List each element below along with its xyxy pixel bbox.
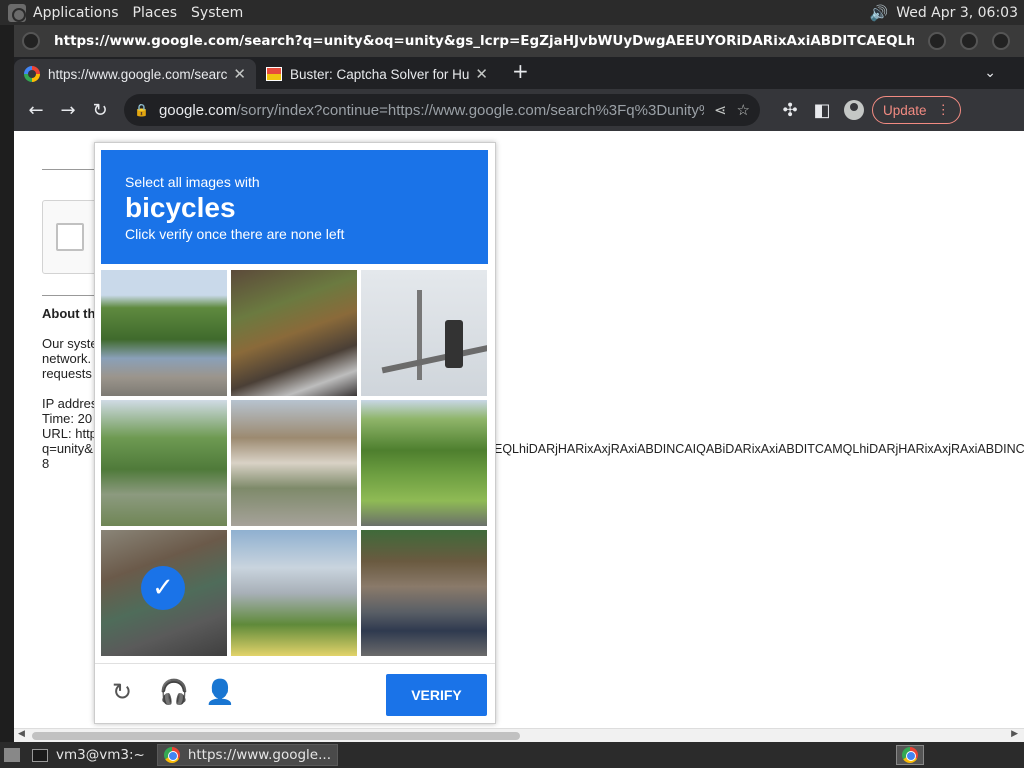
text-line: Time: 20 <box>42 411 93 426</box>
tab-strip: https://www.google.com/search?q=unity ✕ … <box>14 57 1024 89</box>
arm-shape <box>381 344 487 374</box>
challenge-header: Select all images with bicycles Click ve… <box>101 150 488 264</box>
image-tile[interactable] <box>231 530 357 656</box>
image-tile[interactable] <box>361 270 487 396</box>
side-panel-icon[interactable]: ◧ <box>806 100 838 121</box>
text-line: URL: http <box>42 426 97 441</box>
window-menu-button[interactable] <box>22 32 40 50</box>
recaptcha-widget <box>42 200 102 274</box>
pole-shape <box>417 290 422 380</box>
text-line <box>42 381 98 396</box>
divider <box>42 295 102 296</box>
reload-icon[interactable]: ↻ <box>84 100 116 121</box>
challenge-object: bicycles <box>125 192 236 223</box>
tab-google-search[interactable]: https://www.google.com/search?q=unity ✕ <box>14 59 256 89</box>
text-line: network. <box>42 351 92 366</box>
checkmark-icon: ✓ <box>141 566 185 610</box>
scroll-thumb[interactable] <box>32 732 520 740</box>
chevron-down-icon[interactable]: ⌄ <box>984 65 996 81</box>
share-icon[interactable]: ⋖ <box>714 101 727 119</box>
extensions-puzzle-icon[interactable]: ✣ <box>774 100 806 121</box>
tab-buster[interactable]: Buster: Captcha Solver for Humans ✕ <box>256 59 498 89</box>
headphones-icon[interactable]: 🎧 <box>159 678 189 706</box>
image-tile[interactable] <box>231 400 357 526</box>
url-host: google.com <box>158 101 237 119</box>
image-tile[interactable] <box>361 530 487 656</box>
profile-avatar[interactable] <box>844 100 864 120</box>
horizontal-scrollbar[interactable]: ◀ ▶ <box>14 728 1024 742</box>
taskbar: vm3@vm3:~ https://www.google... <box>0 742 1024 768</box>
verify-button[interactable]: VERIFY <box>386 674 487 716</box>
places-menu[interactable]: Places <box>126 5 185 21</box>
new-tab-icon[interactable]: + <box>512 59 529 83</box>
url-overflow-text: EQLhiDARjHARixAxjRAxiABDINCAIQABiDARixAx… <box>494 442 1024 456</box>
system-menu[interactable]: System <box>184 5 250 21</box>
challenge-prompt: Select all images with <box>125 174 260 190</box>
text-line: q=unity& <box>42 441 93 456</box>
kebab-menu-icon: ⋮ <box>936 102 951 117</box>
challenge-instruction: Click verify once there are none left <box>125 226 345 242</box>
image-tile[interactable] <box>101 270 227 396</box>
window-title: https://www.google.com/search?q=unity&oq… <box>54 33 914 49</box>
captcha-challenge: Select all images with bicycles Click ve… <box>94 142 496 724</box>
text-line: IP addres <box>42 396 98 411</box>
bookmark-star-icon[interactable]: ☆ <box>737 101 750 119</box>
divider <box>42 169 102 170</box>
tab-title: Buster: Captcha Solver for Humans <box>290 66 470 82</box>
image-tile[interactable] <box>361 400 487 526</box>
workspace-switcher[interactable] <box>896 745 924 765</box>
chrome-icon <box>163 747 180 763</box>
forward-arrow-icon[interactable]: → <box>52 100 84 121</box>
buster-solver-icon[interactable]: 👤 <box>205 678 235 706</box>
volume-icon[interactable]: 🔊 <box>870 4 889 22</box>
scroll-right-arrow-icon[interactable]: ▶ <box>1011 729 1018 739</box>
url-path: /sorry/index?continue=https://www.google… <box>236 101 704 119</box>
terminal-icon <box>32 748 48 762</box>
traffic-light-shape <box>445 320 463 368</box>
top-panel: Applications Places System 🔊 Wed Apr 3, … <box>0 0 1024 25</box>
minimize-button[interactable] <box>928 32 946 50</box>
challenge-footer: ↻ 🎧 👤 VERIFY <box>95 663 495 723</box>
image-tile[interactable] <box>231 270 357 396</box>
tab-title: https://www.google.com/search?q=unity <box>48 66 228 82</box>
text-line: 8 <box>42 456 50 471</box>
close-window-button[interactable] <box>992 32 1010 50</box>
browser-toolbar: ← → ↻ 🔒 google.com /sorry/index?continue… <box>14 89 1024 131</box>
show-desktop-icon[interactable] <box>4 748 20 762</box>
image-tile-selected[interactable]: ✓ <box>101 530 227 656</box>
back-arrow-icon[interactable]: ← <box>20 100 52 121</box>
scroll-left-arrow-icon[interactable]: ◀ <box>18 729 25 739</box>
maximize-button[interactable] <box>960 32 978 50</box>
sorry-text: Our syste network. requests IP addres Ti… <box>42 336 98 471</box>
clock[interactable]: Wed Apr 3, 06:03 <box>896 5 1018 21</box>
task-label: vm3@vm3:~ <box>56 747 145 763</box>
window-title-bar[interactable]: https://www.google.com/search?q=unity&oq… <box>14 25 1024 57</box>
lock-icon[interactable]: 🔒 <box>134 103 149 117</box>
image-tile-grid: ✓ <box>101 270 488 657</box>
buster-favicon-icon <box>266 67 282 81</box>
task-label: https://www.google... <box>187 747 331 763</box>
google-favicon-icon <box>24 66 40 82</box>
image-tile[interactable] <box>101 400 227 526</box>
text-line: Our syste <box>42 336 98 351</box>
update-button[interactable]: Update ⋮ <box>872 96 962 124</box>
task-chrome[interactable]: https://www.google... <box>156 744 338 766</box>
address-bar[interactable]: 🔒 google.com /sorry/index?continue=https… <box>124 94 760 126</box>
chrome-icon <box>902 747 918 763</box>
distro-logo-icon[interactable] <box>8 3 26 22</box>
close-tab-icon[interactable]: ✕ <box>233 65 246 83</box>
task-terminal[interactable]: vm3@vm3:~ <box>26 744 151 766</box>
update-label: Update <box>883 102 927 118</box>
applications-menu[interactable]: Applications <box>26 5 126 21</box>
about-heading: About th <box>42 306 96 321</box>
text-line: requests <box>42 366 92 381</box>
recaptcha-checkbox[interactable] <box>56 223 84 251</box>
reload-challenge-icon[interactable]: ↻ <box>112 678 132 706</box>
close-tab-icon[interactable]: ✕ <box>475 65 488 83</box>
